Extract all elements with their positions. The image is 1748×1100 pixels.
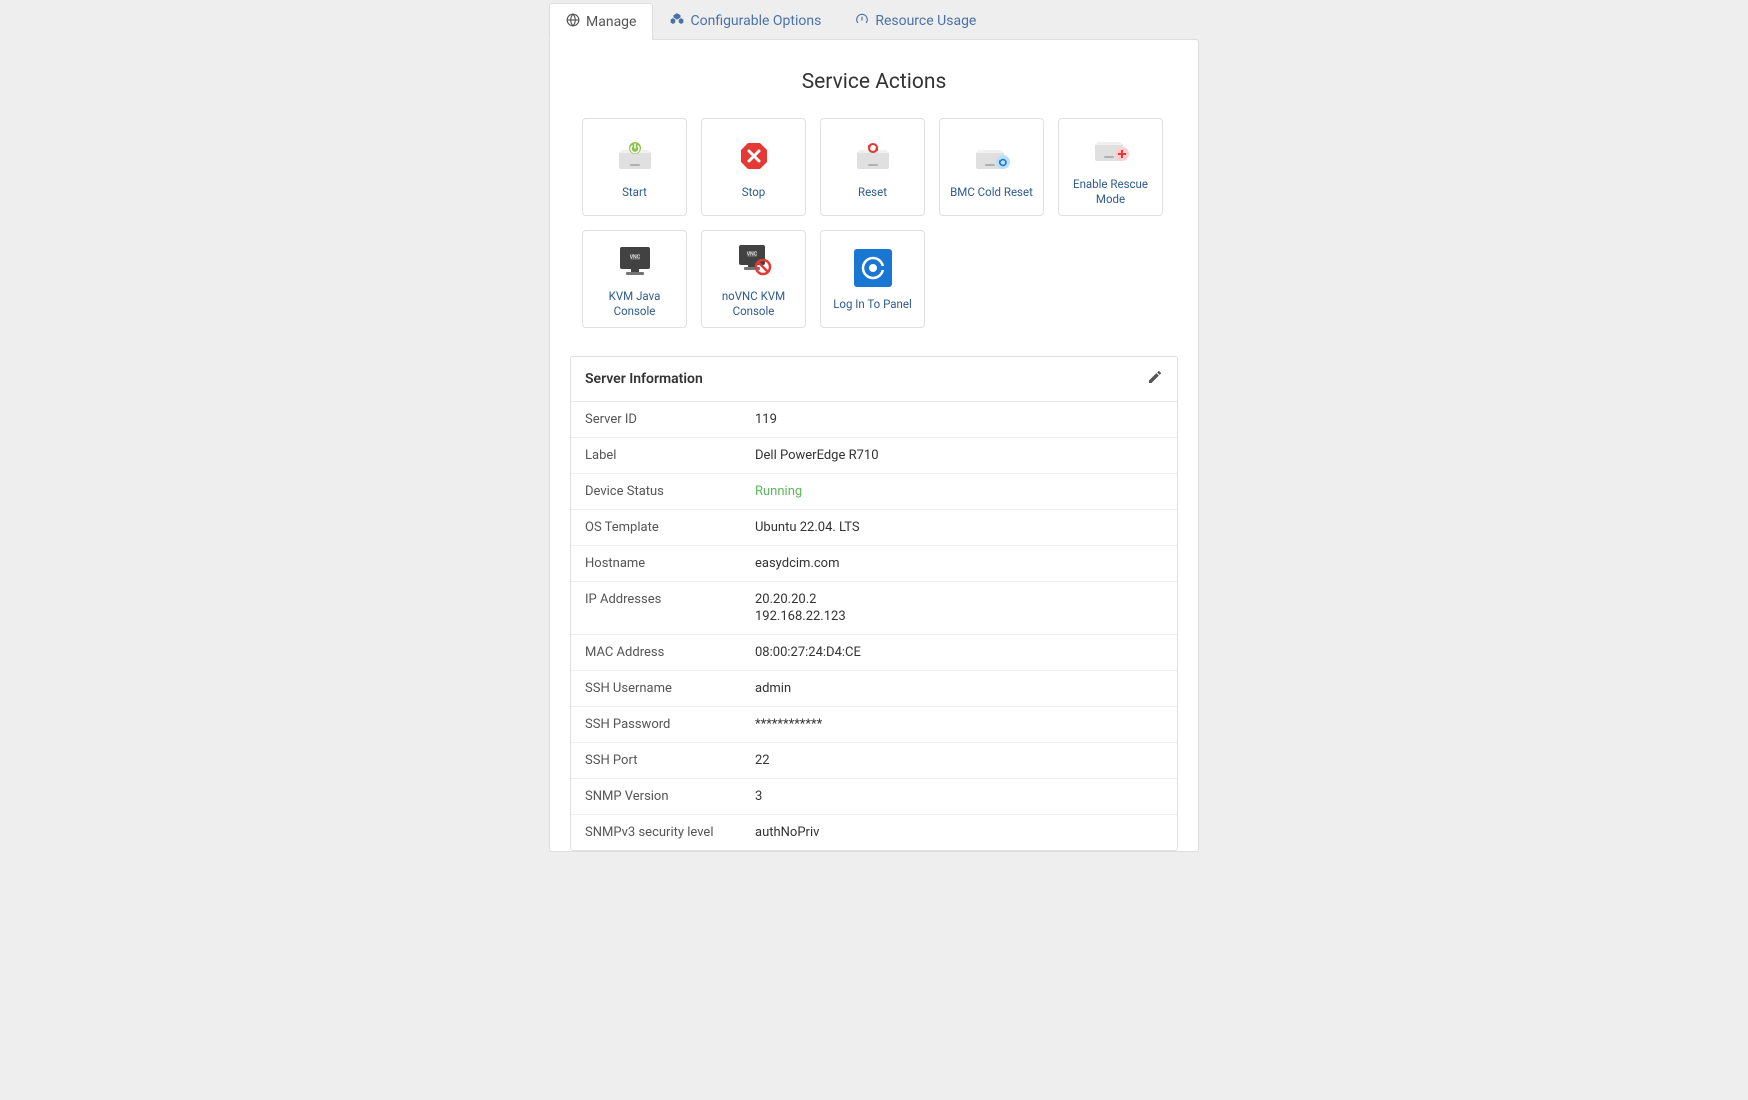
- info-row-ssh-username: SSH Username admin: [571, 671, 1177, 707]
- svg-text:VNC: VNC: [746, 252, 757, 258]
- start-icon: [612, 135, 658, 177]
- edit-icon[interactable]: [1147, 369, 1163, 389]
- server-info-header: Server Information: [571, 357, 1177, 402]
- stop-button[interactable]: Stop: [701, 118, 806, 216]
- info-value: easydcim.com: [755, 556, 840, 571]
- action-label: BMC Cold Reset: [950, 185, 1033, 200]
- info-value: 08:00:27:24:D4:CE: [755, 645, 861, 660]
- info-row-snmp-version: SNMP Version 3: [571, 779, 1177, 815]
- cubes-icon: [670, 12, 684, 30]
- info-key: Hostname: [585, 556, 755, 571]
- info-key: OS Template: [585, 520, 755, 535]
- action-label: Stop: [742, 185, 766, 200]
- info-value: admin: [755, 681, 791, 696]
- kvm-java-console-button[interactable]: VNC KVM Java Console: [582, 230, 687, 328]
- bmc-reset-icon: [969, 135, 1015, 177]
- dashboard-icon: [855, 12, 869, 30]
- info-row-os-template: OS Template Ubuntu 22.04. LTS: [571, 510, 1177, 546]
- info-row-server-id: Server ID 119: [571, 402, 1177, 438]
- novnc-icon: VNC: [731, 239, 777, 281]
- tab-label: Configurable Options: [690, 13, 821, 29]
- info-row-snmp-security: SNMPv3 security level authNoPriv: [571, 815, 1177, 850]
- info-key: SNMPv3 security level: [585, 825, 755, 840]
- info-value: 3: [755, 789, 762, 804]
- action-label: Log In To Panel: [833, 297, 912, 312]
- server-information-card: Server Information Server ID 119 Label D…: [570, 356, 1178, 851]
- reset-icon: [850, 135, 896, 177]
- ip-address: 192.168.22.123: [755, 609, 846, 624]
- actions-grid: Start Stop: [570, 118, 1178, 328]
- info-value: 22: [755, 753, 770, 768]
- stop-icon: [731, 135, 777, 177]
- info-key: Label: [585, 448, 755, 463]
- info-key: IP Addresses: [585, 592, 755, 624]
- info-row-ip-addresses: IP Addresses 20.20.20.2 192.168.22.123: [571, 582, 1177, 635]
- info-value: Dell PowerEdge R710: [755, 448, 879, 463]
- tab-resource-usage[interactable]: Resource Usage: [838, 3, 993, 39]
- action-label: Enable Rescue Mode: [1063, 177, 1158, 207]
- info-value: Ubuntu 22.04. LTS: [755, 520, 860, 535]
- info-row-mac: MAC Address 08:00:27:24:D4:CE: [571, 635, 1177, 671]
- tab-label: Manage: [586, 14, 636, 30]
- action-label: KVM Java Console: [587, 289, 682, 319]
- info-value: ************: [755, 717, 822, 732]
- tab-content-manage: Service Actions Start: [549, 39, 1199, 852]
- service-actions-title: Service Actions: [570, 70, 1178, 94]
- info-key: SNMP Version: [585, 789, 755, 804]
- info-key: SSH Password: [585, 717, 755, 732]
- novnc-kvm-console-button[interactable]: VNC noVNC KVM Console: [701, 230, 806, 328]
- panel-login-icon: [850, 247, 896, 289]
- info-key: Server ID: [585, 412, 755, 427]
- tab-configurable-options[interactable]: Configurable Options: [653, 3, 838, 39]
- kvm-java-icon: VNC: [612, 239, 658, 281]
- info-row-label: Label Dell PowerEdge R710: [571, 438, 1177, 474]
- svg-text:VNC: VNC: [629, 255, 640, 261]
- info-value: 119: [755, 412, 777, 427]
- tabs-bar: Manage Configurable Options Resource Usa…: [549, 3, 1199, 39]
- info-value: 20.20.20.2 192.168.22.123: [755, 592, 846, 624]
- tab-label: Resource Usage: [875, 13, 976, 29]
- server-info-title: Server Information: [585, 371, 703, 387]
- info-row-ssh-port: SSH Port 22: [571, 743, 1177, 779]
- enable-rescue-mode-button[interactable]: Enable Rescue Mode: [1058, 118, 1163, 216]
- info-key: SSH Port: [585, 753, 755, 768]
- globe-icon: [566, 13, 580, 31]
- tab-manage[interactable]: Manage: [549, 3, 653, 40]
- action-label: Reset: [858, 185, 887, 200]
- info-row-device-status: Device Status Running: [571, 474, 1177, 510]
- rescue-icon: [1088, 127, 1134, 169]
- info-key: Device Status: [585, 484, 755, 499]
- action-label: noVNC KVM Console: [706, 289, 801, 319]
- bmc-cold-reset-button[interactable]: BMC Cold Reset: [939, 118, 1044, 216]
- info-row-ssh-password: SSH Password ************: [571, 707, 1177, 743]
- info-key: MAC Address: [585, 645, 755, 660]
- status-badge: Running: [755, 484, 802, 499]
- start-button[interactable]: Start: [582, 118, 687, 216]
- ip-address: 20.20.20.2: [755, 592, 846, 607]
- action-label: Start: [622, 185, 647, 200]
- reset-button[interactable]: Reset: [820, 118, 925, 216]
- info-row-hostname: Hostname easydcim.com: [571, 546, 1177, 582]
- info-key: SSH Username: [585, 681, 755, 696]
- info-value: authNoPriv: [755, 825, 819, 840]
- login-to-panel-button[interactable]: Log In To Panel: [820, 230, 925, 328]
